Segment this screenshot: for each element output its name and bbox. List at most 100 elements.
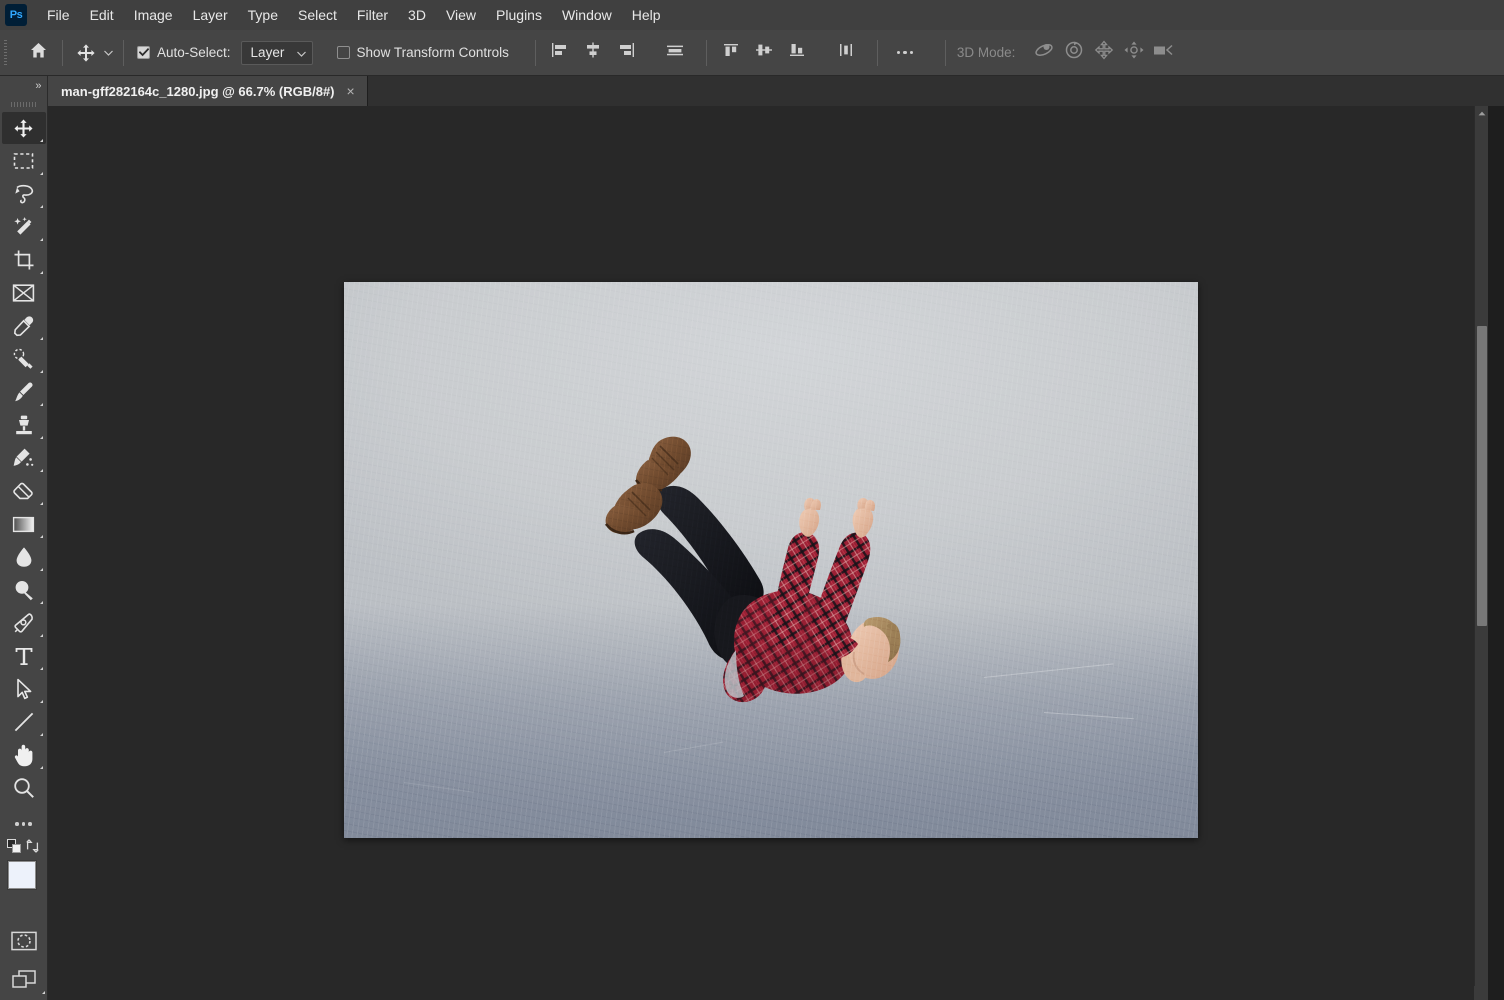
tool-blur[interactable] <box>2 541 46 573</box>
tool-flyout-indicator <box>39 667 43 670</box>
options-separator <box>876 39 878 66</box>
scrollbar-thumb[interactable] <box>1477 326 1487 626</box>
distribute-bottom-edges-button[interactable] <box>782 38 812 68</box>
swap-foreground-background-icon[interactable] <box>25 839 40 858</box>
tool-clone-stamp[interactable] <box>2 409 46 441</box>
tool-brush[interactable] <box>2 376 46 408</box>
menu-item-file[interactable]: File <box>37 0 80 30</box>
options-bar: Auto-Select: Layer Show Transform Contro… <box>0 30 1504 76</box>
collapse-toolbar-button[interactable]: » <box>0 76 48 96</box>
tool-move[interactable] <box>1 112 46 144</box>
auto-select-checkbox[interactable] <box>137 46 150 59</box>
options-bar-drag-handle[interactable] <box>0 30 11 76</box>
distribute-horizontal-centers-icon <box>837 42 855 63</box>
home-icon <box>29 41 48 65</box>
tool-eyedropper[interactable] <box>2 310 46 342</box>
menu-item-image[interactable]: Image <box>124 0 183 30</box>
tool-dodge[interactable] <box>2 574 46 606</box>
scroll-up-icon[interactable] <box>1475 106 1488 120</box>
tool-object-selection[interactable] <box>2 211 46 243</box>
move-tool-icon <box>72 39 100 67</box>
tool-flyout-indicator <box>39 436 43 439</box>
menu-item-filter[interactable]: Filter <box>347 0 398 30</box>
tool-flyout-indicator <box>41 991 45 994</box>
distribute-vertical-centers-button[interactable] <box>749 38 779 68</box>
quick-mask-button[interactable] <box>2 925 46 957</box>
roll-3d-icon <box>1063 40 1085 65</box>
menu-item-help[interactable]: Help <box>622 0 671 30</box>
options-separator <box>123 39 124 66</box>
tool-preset-picker[interactable] <box>72 38 114 68</box>
color-picker-area <box>2 839 51 913</box>
orbit-3d-button <box>1029 38 1059 68</box>
align-top-edges-button[interactable] <box>660 38 690 68</box>
close-icon[interactable]: × <box>344 82 358 100</box>
canvas-vertical-scrollbar[interactable] <box>1474 106 1488 1000</box>
tool-hand[interactable] <box>2 739 46 771</box>
tool-spot-healing-brush[interactable] <box>2 343 46 375</box>
options-separator <box>705 39 707 66</box>
more-align-options-button[interactable] <box>887 38 923 68</box>
auto-select-control[interactable]: Auto-Select: <box>137 45 231 60</box>
tool-flyout-indicator <box>39 700 43 703</box>
pan-3d-button <box>1089 38 1119 68</box>
slide-3d-button <box>1119 38 1149 68</box>
menu-item-3d[interactable]: 3D <box>398 0 436 30</box>
menu-item-type[interactable]: Type <box>238 0 288 30</box>
default-foreground-background-icon[interactable] <box>6 839 22 854</box>
auto-select-label: Auto-Select: <box>157 45 231 60</box>
tool-flyout-indicator <box>39 502 43 505</box>
tool-flyout-indicator <box>39 271 43 274</box>
tool-pen[interactable] <box>2 607 46 639</box>
ellipsis-icon <box>896 50 914 55</box>
auto-select-scope-dropdown[interactable]: Layer <box>240 40 313 65</box>
document-canvas[interactable] <box>344 282 1198 838</box>
zoom-3d-camera-icon <box>1152 40 1176 65</box>
tools-panel-drag-handle[interactable] <box>0 96 48 112</box>
tool-line[interactable] <box>2 706 46 738</box>
menu-item-layer[interactable]: Layer <box>183 0 238 30</box>
menu-item-view[interactable]: View <box>436 0 486 30</box>
tool-flyout-indicator <box>39 634 43 637</box>
tool-path-selection[interactable] <box>2 673 46 705</box>
tool-rectangular-marquee[interactable] <box>2 145 46 177</box>
tool-zoom[interactable] <box>2 772 46 804</box>
distribute-top-edges-button[interactable] <box>716 38 746 68</box>
align-horizontal-centers-button[interactable] <box>578 38 608 68</box>
tool-flyout-indicator <box>39 337 43 340</box>
tool-flyout-indicator <box>39 568 43 571</box>
tool-flyout-indicator <box>39 403 43 406</box>
document-tab[interactable]: man-gff282164c_1280.jpg @ 66.7% (RGB/8#)… <box>48 76 368 106</box>
tool-flyout-indicator <box>39 172 43 175</box>
document-tab-title: man-gff282164c_1280.jpg @ 66.7% (RGB/8#) <box>61 83 335 99</box>
slide-3d-icon <box>1123 40 1145 65</box>
distribute-horizontal-centers-button[interactable] <box>831 38 861 68</box>
foreground-color-swatch[interactable] <box>7 861 36 889</box>
align-right-edges-icon <box>617 42 635 63</box>
tool-type[interactable] <box>2 640 46 672</box>
tool-eraser[interactable] <box>2 475 46 507</box>
tool-crop[interactable] <box>2 244 46 276</box>
menu-item-select[interactable]: Select <box>288 0 347 30</box>
canvas-workspace[interactable] <box>48 106 1488 1000</box>
tool-flyout-indicator <box>39 733 43 736</box>
tool-frame[interactable] <box>2 277 46 309</box>
menu-item-plugins[interactable]: Plugins <box>486 0 552 30</box>
distribute-top-edges-icon <box>722 42 740 63</box>
menu-item-window[interactable]: Window <box>552 0 622 30</box>
home-button[interactable] <box>23 38 53 68</box>
menu-item-edit[interactable]: Edit <box>80 0 124 30</box>
tool-flyout-indicator <box>39 535 43 538</box>
screen-mode-button[interactable] <box>2 964 46 996</box>
distribute-buttons-group <box>716 38 861 68</box>
show-transform-controls-checkbox[interactable] <box>336 46 350 59</box>
align-right-edges-button[interactable] <box>611 38 641 68</box>
tool-lasso[interactable] <box>2 178 46 210</box>
edit-toolbar-button[interactable] <box>2 811 46 837</box>
tool-flyout-indicator <box>39 370 43 373</box>
tool-gradient[interactable] <box>2 508 46 540</box>
chevron-down-icon <box>102 38 114 68</box>
tool-history-brush[interactable] <box>2 442 46 474</box>
show-transform-controls-control[interactable]: Show Transform Controls <box>336 45 509 60</box>
align-left-edges-button[interactable] <box>545 38 575 68</box>
